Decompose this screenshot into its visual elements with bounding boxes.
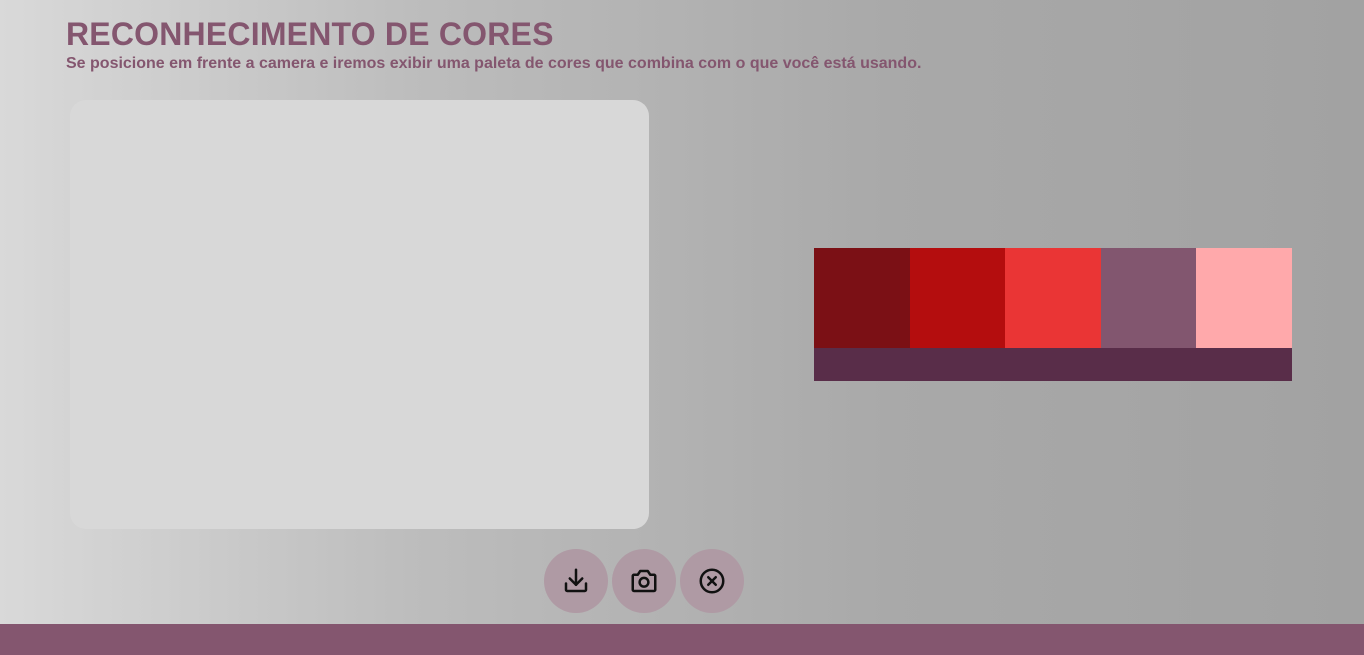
camera-controls <box>544 549 744 613</box>
download-button[interactable] <box>544 549 608 613</box>
footer-bar <box>0 624 1364 655</box>
camera-preview <box>70 100 649 529</box>
color-palette <box>814 248 1292 381</box>
page-subtitle: Se posicione em frente a camera e iremos… <box>66 55 922 72</box>
palette-swatch-5 <box>1196 248 1292 348</box>
palette-bar <box>814 348 1292 381</box>
close-button[interactable] <box>680 549 744 613</box>
palette-swatch-4 <box>1100 248 1197 348</box>
palette-swatch-3 <box>1005 248 1101 348</box>
palette-swatch-1 <box>814 248 910 348</box>
close-circle-icon <box>699 568 725 594</box>
palette-swatches <box>814 248 1292 348</box>
page-title: RECONHECIMENTO DE CORES <box>66 16 554 52</box>
palette-swatch-2 <box>909 248 1006 348</box>
page-header: RECONHECIMENTO DE CORES Se posicione em … <box>66 14 921 74</box>
capture-button[interactable] <box>612 549 676 613</box>
download-icon <box>564 568 588 593</box>
camera-icon <box>631 569 657 593</box>
